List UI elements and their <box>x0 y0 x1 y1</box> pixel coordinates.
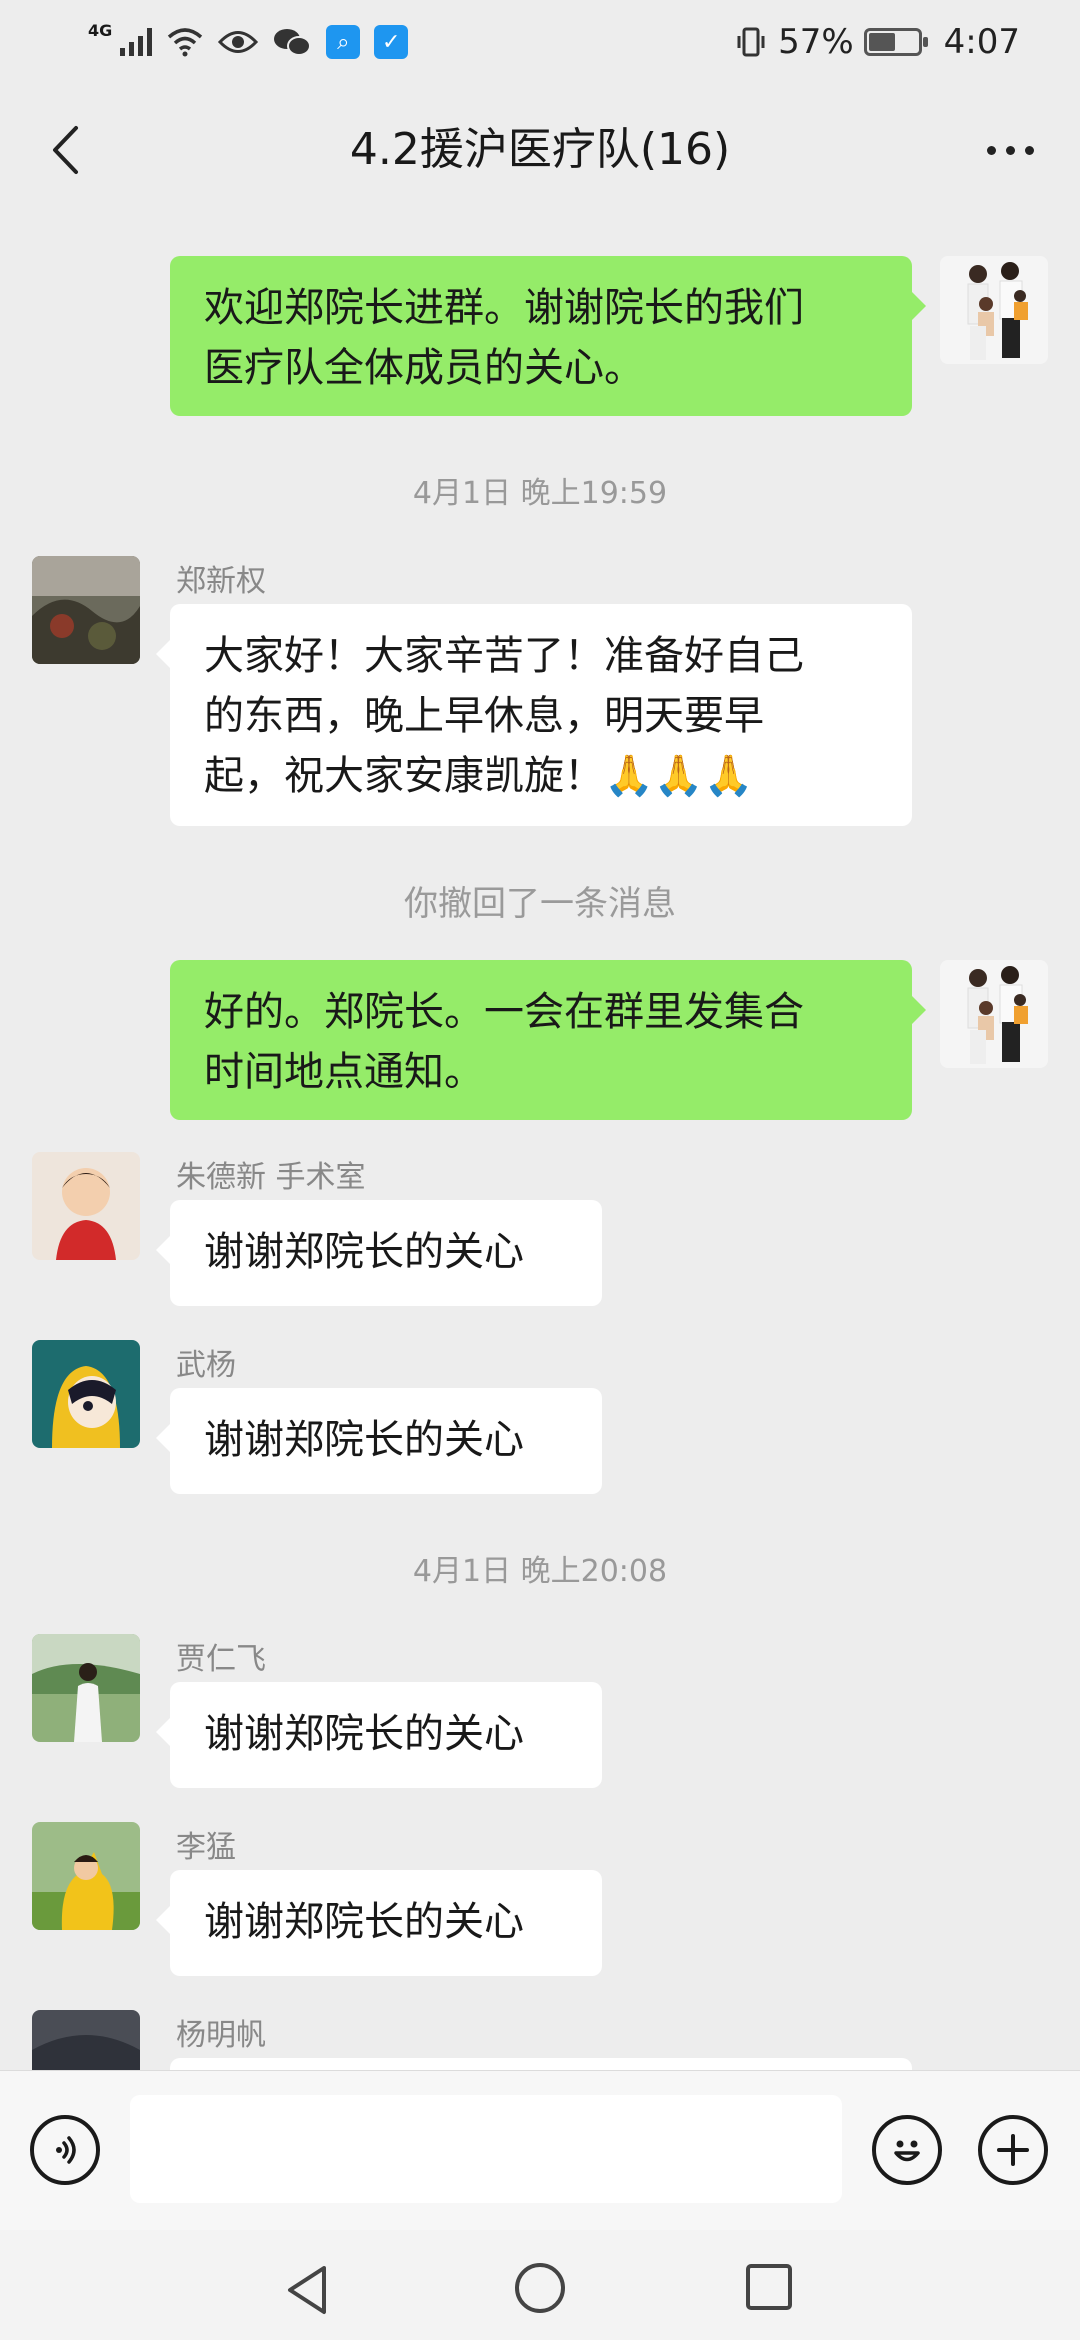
status-icons-left: 4G ⌕ ✓ <box>88 18 409 66</box>
message-line: 谢谢郑院长的关心 <box>204 1417 524 1463</box>
system-nav-bar <box>0 2230 1080 2340</box>
more-dots-icon[interactable] <box>970 112 1050 188</box>
plus-icon <box>997 2134 1029 2166</box>
plus-button[interactable] <box>978 2115 1048 2185</box>
message-line: 谢谢郑院长的关心 <box>204 1899 524 1945</box>
message-bubble[interactable]: 谢谢郑院长的关心 <box>156 1200 602 1306</box>
message-line: 谢谢郑院长的关心 <box>204 1711 524 1757</box>
message-line: 欢迎郑院长进群。谢谢院长的我们 <box>204 285 804 331</box>
avatar[interactable] <box>32 1822 140 1930</box>
nav-back-icon[interactable] <box>282 2262 332 2318</box>
page-title: 4.2援沪医疗队(16) <box>349 124 731 175</box>
eye-icon <box>218 31 259 53</box>
voice-icon <box>56 2136 76 2164</box>
nav-recents-icon[interactable] <box>744 2262 794 2312</box>
message-line: 起，祝大家安康凯旋！🙏🙏🙏 <box>204 753 754 799</box>
check-app-icon: ✓ <box>374 25 409 59</box>
message-line: 大家好！大家辛苦了！准备好自己 <box>204 633 804 679</box>
emoji-button[interactable] <box>872 2115 942 2185</box>
title-bar: 4.2援沪医疗队(16) <box>0 90 1080 210</box>
network-type: 4G <box>88 20 113 40</box>
battery-percent: 57% <box>778 22 854 62</box>
message-line: 谢谢郑院长的关心 <box>204 1229 524 1275</box>
sender-name: 贾仁飞 <box>176 1642 266 1677</box>
timestamp: 4月1日 晚上19:59 <box>412 476 668 511</box>
avatar[interactable] <box>32 1340 140 1448</box>
avatar[interactable] <box>32 2010 140 2070</box>
message-bubble[interactable]: 欢迎郑院长进群。谢谢院长的我们 医疗队全体成员的关心。 <box>170 256 926 416</box>
message-bubble[interactable]: 好的。郑院长。一会在群里发集合 时间地点通知。 <box>170 960 926 1120</box>
message-line: 的东西，晚上早休息，明天要早 <box>204 693 764 739</box>
message-bubble[interactable]: 谢谢郑院长的关心 <box>156 1682 602 1788</box>
timestamp: 4月1日 晚上20:08 <box>412 1554 668 1589</box>
message-line: 医疗队全体成员的关心。 <box>204 345 644 391</box>
voice-button[interactable] <box>30 2115 100 2185</box>
message-line: 时间地点通知。 <box>204 1049 484 1095</box>
avatar[interactable] <box>940 960 1048 1068</box>
message-line: 好的。郑院长。一会在群里发集合 <box>204 989 804 1035</box>
message-list[interactable]: 欢迎郑院长进群。谢谢院长的我们 医疗队全体成员的关心。 4月1日 晚上19:59… <box>0 210 1080 2070</box>
avatar[interactable] <box>32 1634 140 1742</box>
clock: 4:07 <box>943 22 1020 62</box>
chat-screen: 4G ⌕ ✓ 57% 4:07 4.2援沪医疗队(16) 欢迎郑院长进群。谢谢院… <box>0 0 1080 2340</box>
sender-name: 朱德新 手术室 <box>176 1160 366 1195</box>
avatar[interactable] <box>32 556 140 664</box>
wechat-icon <box>274 29 312 56</box>
sender-name: 郑新权 <box>176 564 266 599</box>
back-arrow-icon <box>53 126 78 174</box>
nav-home-icon[interactable] <box>512 2260 568 2316</box>
sender-name: 杨明帆 <box>176 2018 266 2053</box>
signal-icon <box>120 28 153 56</box>
battery-icon <box>863 28 928 56</box>
sender-name: 武杨 <box>176 1348 236 1383</box>
message-bubble[interactable]: 谢谢郑院长的关心 <box>156 1870 602 1976</box>
recall-notice: 你撤回了一条消息 <box>404 884 676 924</box>
message-input[interactable] <box>130 2095 842 2203</box>
input-bar <box>0 2070 1080 2231</box>
status-icons-right: 57% 4:07 <box>734 18 1020 66</box>
message-bubble[interactable]: 大家好！大家辛苦了！准备好自己 的东西，晚上早休息，明天要早 起，祝大家安康凯旋… <box>156 604 912 826</box>
battery-fill <box>868 33 895 51</box>
vibrate-icon <box>737 27 765 57</box>
avatar[interactable] <box>32 1152 140 1260</box>
search-app-icon: ⌕ <box>326 25 361 59</box>
sender-name: 李猛 <box>176 1830 236 1865</box>
status-bar: 4G ⌕ ✓ 57% 4:07 <box>0 0 1080 84</box>
message-bubble[interactable]: 谢谢郑院长的关心 <box>156 1388 602 1494</box>
avatar[interactable] <box>940 256 1048 364</box>
emoji-icon <box>894 2140 920 2162</box>
message-bubble[interactable] <box>170 2058 912 2070</box>
back-button[interactable] <box>30 112 100 188</box>
wifi-icon <box>168 28 203 57</box>
